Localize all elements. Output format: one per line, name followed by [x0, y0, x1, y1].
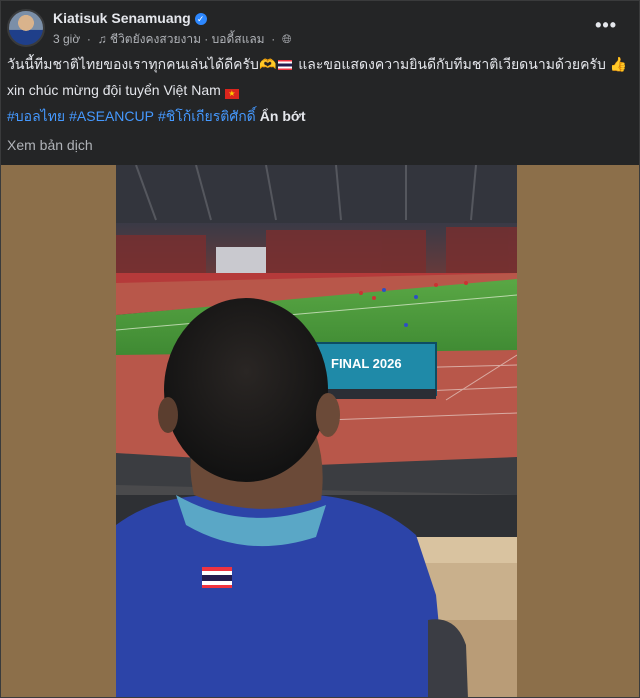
text-segment: และขอแสดงความยินดีกับทีมชาติเวียดนามด้วย…	[298, 56, 606, 72]
vietnam-flag-icon: ★	[224, 89, 239, 99]
globe-icon: 🌐︎	[281, 32, 292, 46]
more-options-icon[interactable]: •••	[595, 15, 617, 36]
music-note-icon: ♫	[97, 32, 107, 46]
post-text: วันนี้ทีมชาติไทยของเราทุกคนเล่นได้ดีครับ…	[7, 55, 633, 133]
post-header: Kiatisuk Senamuang ✓ 3 giờ · ♫ ชีวิตยังคง…	[1, 1, 639, 53]
separator-dot: ·	[83, 32, 95, 46]
stadium-photo: FINAL 2026	[116, 165, 517, 697]
post-photo[interactable]: FINAL 2026	[116, 165, 517, 697]
hashtag-row: #บอลไทย #ASEANCUP #ชิโก้เกียรติศักดิ์ Ẩn bớ…	[7, 107, 633, 126]
see-translation-link[interactable]: Xem bản dịch	[7, 137, 93, 153]
thumbs-up-icon: 👍	[609, 56, 628, 72]
author-name[interactable]: Kiatisuk Senamuang ✓	[53, 10, 207, 26]
hashtag-link[interactable]: #ชิโก้เกียรติศักดิ์	[158, 108, 256, 124]
author-label[interactable]: Kiatisuk Senamuang	[53, 10, 191, 26]
hashtag-link[interactable]: #ASEANCUP	[69, 108, 154, 124]
timestamp[interactable]: 3 giờ	[53, 32, 80, 46]
led-board-text: FINAL 2026	[331, 356, 402, 371]
post-card: Kiatisuk Senamuang ✓ 3 giờ · ♫ ชีวิตยังคง…	[0, 0, 640, 698]
post-text-line-1: วันนี้ทีมชาติไทยของเราทุกคนเล่นได้ดีครับ…	[7, 55, 633, 74]
see-less-button[interactable]: Ẩn bớt	[260, 108, 306, 124]
handshake-emoji-icon: 🫶	[258, 56, 277, 72]
text-segment: xin chúc mừng đội tuyển Việt Nam	[7, 82, 221, 98]
thai-flag-icon	[278, 60, 293, 70]
music-label[interactable]: ชีวิตยังคงสวยงาม · บอดี้สแลม	[110, 30, 265, 49]
separator-dot: ·	[267, 32, 279, 46]
post-text-line-2: xin chúc mừng đội tuyển Việt Nam ★	[7, 81, 633, 100]
post-meta: 3 giờ · ♫ ชีวิตยังคงสวยงาม · บอดี้สแลม ·…	[53, 30, 292, 49]
hashtag-link[interactable]: #บอลไทย	[7, 108, 65, 124]
avatar[interactable]	[7, 9, 45, 47]
verified-icon: ✓	[194, 13, 207, 25]
text-segment: วันนี้ทีมชาติไทยของเราทุกคนเล่นได้ดีครับ	[7, 56, 259, 72]
